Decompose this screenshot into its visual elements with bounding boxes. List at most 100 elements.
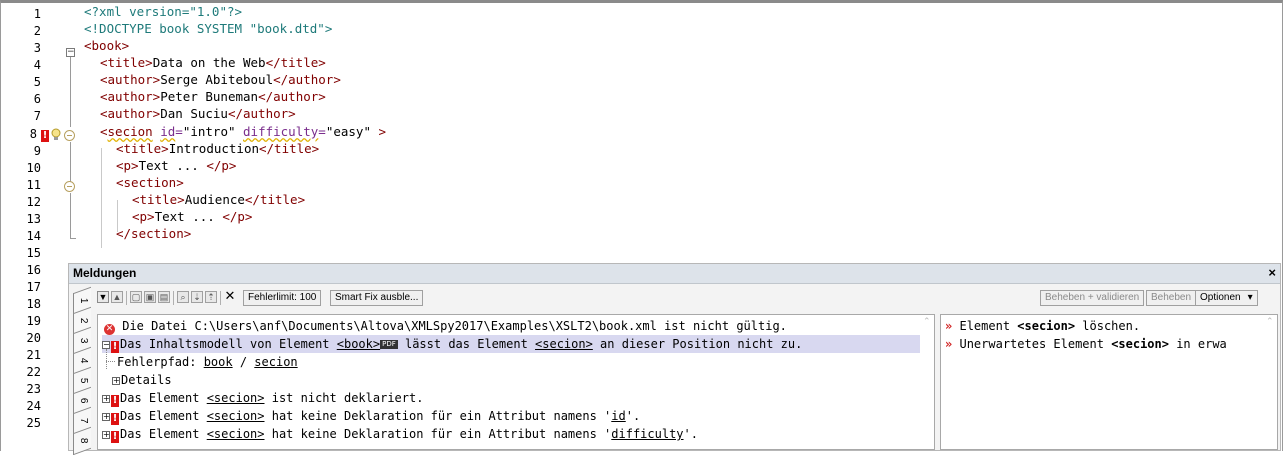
- code-line[interactable]: <author>Peter Buneman</author>: [100, 88, 326, 105]
- code-line[interactable]: </section>: [116, 225, 191, 242]
- find-next-icon[interactable]: ⇣: [191, 291, 203, 303]
- chevron-down-icon: ▾: [1247, 292, 1253, 303]
- line-number: 10: [26, 161, 41, 175]
- error-limit-button[interactable]: Fehlerlimit: 100: [243, 290, 322, 306]
- error-marker-icon: !: [111, 431, 119, 443]
- message-row[interactable]: +! Das Element <secion> hat keine Deklara…: [102, 407, 920, 425]
- lightbulb-icon[interactable]: [51, 128, 61, 142]
- find-icon[interactable]: ⌕: [177, 291, 189, 303]
- element-link[interactable]: <secion>: [207, 391, 265, 405]
- line-number: 12: [26, 195, 41, 209]
- smart-fix-item[interactable]: » Element <secion> löschen.: [945, 317, 1263, 335]
- message-row[interactable]: +! Das Element <secion> hat keine Deklara…: [102, 425, 920, 443]
- fold-guide-line: [70, 193, 71, 239]
- message-tabs: 1 2 3 4 5 6 7 8: [73, 286, 91, 455]
- path-link[interactable]: secion: [254, 355, 297, 369]
- code-line[interactable]: <title>Data on the Web</title>: [100, 54, 326, 71]
- path-link[interactable]: book: [204, 355, 233, 369]
- attribute-link[interactable]: id: [611, 409, 625, 423]
- code-line[interactable]: <section>: [116, 174, 184, 191]
- messages-panel-header: Meldungen ×: [69, 264, 1280, 284]
- messages-panel: Meldungen × 1 2 3 4 5 6 7 8 ▼ ▲ ▢ ▣ ▤ ⌕ …: [68, 263, 1281, 455]
- code-line[interactable]: <p>Text ... </p>: [116, 157, 236, 174]
- close-icon[interactable]: ×: [1268, 265, 1276, 280]
- message-row[interactable]: +Details: [112, 371, 920, 389]
- message-row-selected[interactable]: −! Das Inhaltsmodell von Element <book> PD…: [102, 335, 920, 353]
- line-number: 19: [26, 314, 41, 328]
- clear-icon[interactable]: ✕: [224, 289, 236, 303]
- scroll-up-icon[interactable]: ⌃: [923, 318, 932, 327]
- tree-line: [106, 349, 107, 369]
- code-line[interactable]: <?xml version="1.0"?>: [84, 3, 242, 20]
- smart-fix-item[interactable]: » Unerwartetes Element <secion> in erwa: [945, 335, 1263, 353]
- line-number: 13: [26, 212, 41, 226]
- smart-fix-list: » Element <secion> löschen. » Unerwartet…: [940, 314, 1278, 450]
- line-number: 2: [33, 24, 41, 38]
- fold-toggle-icon[interactable]: [64, 181, 75, 192]
- scroll-up-icon[interactable]: ⌃: [1266, 318, 1275, 327]
- fix-button[interactable]: Beheben: [1146, 290, 1197, 306]
- element-link[interactable]: <book>: [337, 337, 380, 351]
- code-line[interactable]: <title>Audience</title>: [132, 191, 305, 208]
- smart-fix-scrollbar[interactable]: ⌃: [1264, 315, 1277, 449]
- line-number: 11: [26, 178, 41, 192]
- toolbar-separator: [126, 291, 127, 305]
- error-marker-icon: !: [111, 341, 119, 353]
- chevron-right-icon: »: [945, 337, 953, 351]
- line-number: 22: [26, 365, 41, 379]
- spec-badge[interactable]: PDF: [380, 340, 398, 349]
- message-row[interactable]: Fehlerpfad: book / secion: [117, 353, 920, 371]
- options-dropdown[interactable]: Optionen ▾: [1195, 290, 1258, 306]
- element-link[interactable]: <secion>: [207, 409, 265, 423]
- line-number: 23: [26, 382, 41, 396]
- code-line[interactable]: <book>: [84, 37, 129, 54]
- messages-toolbar: ▼ ▲ ▢ ▣ ▤ ⌕ ⇣ ⇡ ✕ Fehlerlimit: 100 Smart…: [97, 289, 1276, 308]
- fold-end-tick: [70, 238, 76, 239]
- copy-all-icon[interactable]: ▣: [144, 291, 156, 303]
- find-previous-icon[interactable]: ⇡: [205, 291, 217, 303]
- line-number: 6: [33, 92, 41, 106]
- expand-icon[interactable]: +: [102, 431, 110, 439]
- element-link[interactable]: <secion>: [535, 337, 593, 351]
- fold-toggle-icon[interactable]: [64, 130, 75, 141]
- message-list-scrollbar[interactable]: ⌃: [921, 315, 934, 449]
- copy-messages-icon[interactable]: ▤: [158, 291, 170, 303]
- indent-guide: [101, 148, 102, 248]
- expand-icon[interactable]: +: [102, 413, 110, 421]
- line-number: 14: [26, 229, 41, 243]
- error-circle-icon: ✕: [104, 324, 115, 335]
- code-line[interactable]: <p>Text ... </p>: [132, 208, 252, 225]
- previous-error-icon[interactable]: ▲: [111, 291, 123, 303]
- code-line[interactable]: <author>Dan Suciu</author>: [100, 105, 296, 122]
- code-line[interactable]: <!DOCTYPE book SYSTEM "book.dtd">: [84, 20, 332, 37]
- line-number: 20: [26, 331, 41, 345]
- collapse-icon[interactable]: −: [102, 341, 110, 349]
- code-line[interactable]: <author>Serge Abiteboul</author>: [100, 71, 341, 88]
- line-number: 21: [26, 348, 41, 362]
- attribute-link[interactable]: difficulty: [611, 427, 683, 441]
- error-marker-icon: !: [111, 395, 119, 407]
- copy-icon[interactable]: ▢: [130, 291, 142, 303]
- line-number: 5: [33, 75, 41, 89]
- fold-guide-line: [70, 57, 71, 127]
- expand-icon[interactable]: +: [102, 395, 110, 403]
- message-row[interactable]: ✕ Die Datei C:\Users\anf\Documents\Altov…: [104, 317, 920, 335]
- code-line[interactable]: <title>Introduction</title>: [116, 140, 319, 157]
- line-number: 18: [26, 297, 41, 311]
- error-marker-icon[interactable]: !: [41, 130, 49, 142]
- toolbar-separator: [173, 291, 174, 305]
- line-number: 7: [33, 109, 41, 123]
- next-error-icon[interactable]: ▼: [97, 291, 109, 303]
- toolbar-separator: [220, 291, 221, 305]
- line-number: 1: [33, 7, 41, 21]
- fix-validate-button[interactable]: Beheben + validieren: [1040, 290, 1145, 306]
- message-list: ✕ Die Datei C:\Users\anf\Documents\Altov…: [97, 314, 935, 450]
- fold-toggle-icon[interactable]: −: [66, 48, 75, 57]
- element-link[interactable]: <secion>: [207, 427, 265, 441]
- message-row[interactable]: +! Das Element <secion> ist nicht deklari…: [102, 389, 920, 407]
- code-line-error[interactable]: <secion id="intro" difficulty="easy" >: [100, 123, 386, 140]
- expand-icon[interactable]: +: [112, 377, 120, 385]
- error-marker-icon: !: [111, 413, 119, 425]
- smart-fix-toggle-button[interactable]: Smart Fix ausble...: [330, 290, 424, 306]
- line-number: 9: [33, 144, 41, 158]
